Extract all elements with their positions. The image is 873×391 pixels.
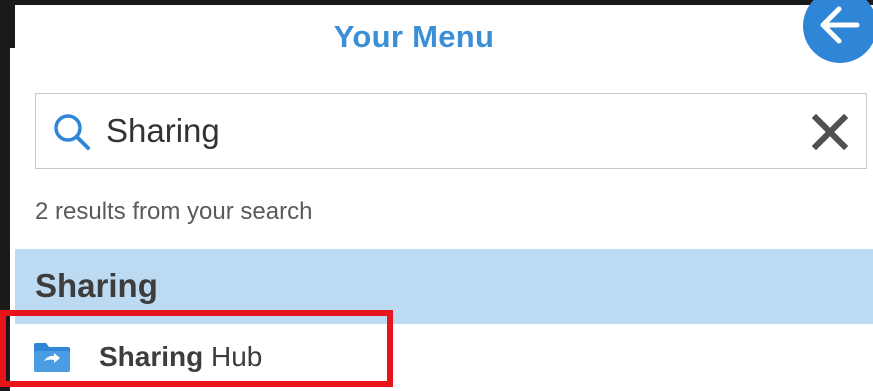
category-label: Sharing <box>35 267 158 304</box>
result-item-label: Sharing Hub <box>99 341 262 373</box>
results-count: 2 results from your search <box>35 198 313 225</box>
back-button[interactable] <box>803 0 873 63</box>
menu-panel: Your Menu 2 results from your search Sha… <box>15 0 873 391</box>
result-item-sharing-hub[interactable]: Sharing Hub <box>15 324 873 391</box>
menu-window: Your Menu 2 results from your search Sha… <box>0 0 873 391</box>
folder-share-icon <box>34 343 70 372</box>
result-item-label-match: Sharing <box>99 341 204 372</box>
category-header: Sharing <box>15 249 873 324</box>
result-item-label-rest: Hub <box>203 341 263 372</box>
arrow-left-icon <box>820 6 860 44</box>
search-box[interactable] <box>35 93 867 169</box>
close-icon[interactable] <box>812 114 848 150</box>
search-input[interactable] <box>106 106 786 156</box>
page-title: Your Menu <box>333 19 495 54</box>
search-icon <box>54 114 90 150</box>
